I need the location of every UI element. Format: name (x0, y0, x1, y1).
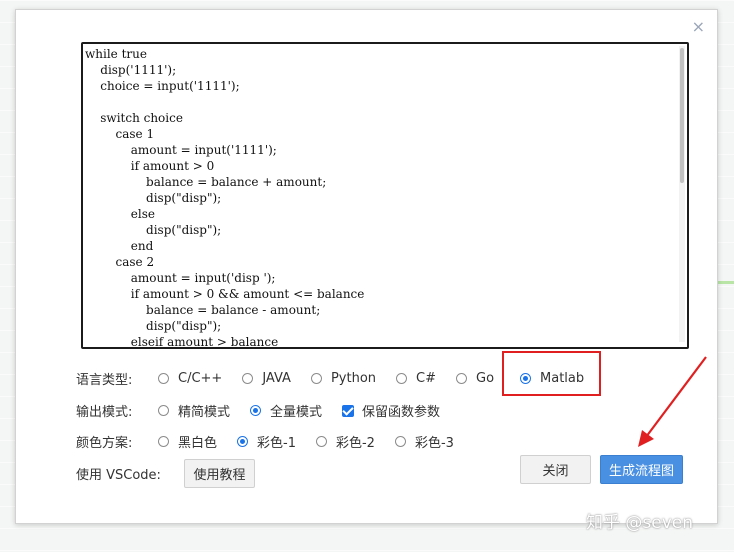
watermark: 知乎 @seven (586, 513, 694, 533)
red-arrow-annotation (638, 356, 707, 447)
